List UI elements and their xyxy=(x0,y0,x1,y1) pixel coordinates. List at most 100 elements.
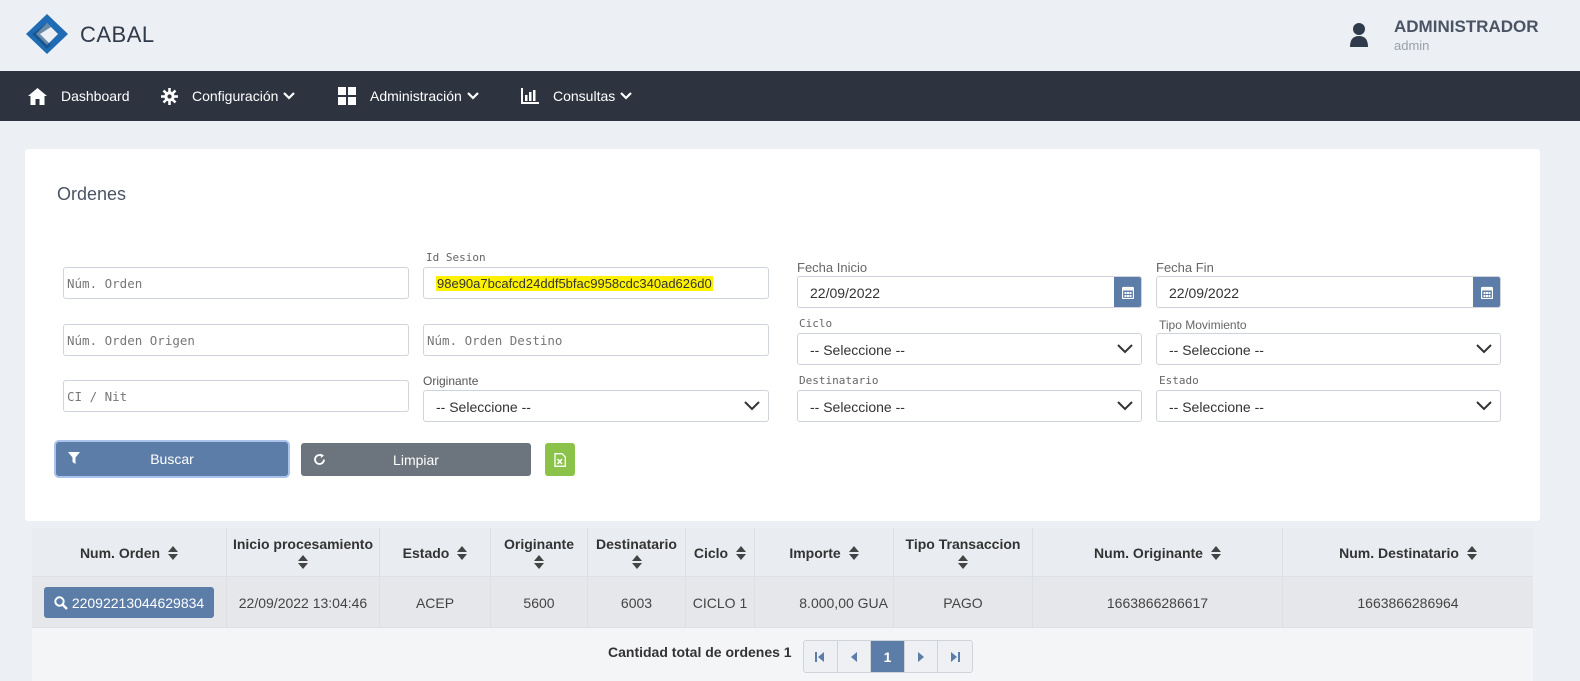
col-header-label: Originante xyxy=(503,536,574,552)
user-login: admin xyxy=(1394,38,1430,53)
nav-dashboard-label: Dashboard xyxy=(61,88,130,104)
fecha-fin-field[interactable]: 22/09/2022 xyxy=(1156,276,1501,308)
grid-icon xyxy=(338,87,356,105)
col-header-destinatario[interactable]: Destinatario xyxy=(588,528,686,577)
nav-configuracion[interactable]: Configuración xyxy=(161,71,296,121)
ver-orden-button[interactable]: 22092213044629834 xyxy=(44,587,214,618)
col-header-label: Estado xyxy=(402,544,450,561)
user-name[interactable]: ADMINISTRADOR xyxy=(1394,17,1539,37)
ciclo-select-value: -- Seleccione -- xyxy=(810,342,905,358)
destinatario-label: Destinatario xyxy=(799,374,879,387)
num-orden-destino-input[interactable] xyxy=(423,324,769,356)
fecha-inicio-calendar-button[interactable] xyxy=(1114,277,1141,307)
export-excel-button[interactable] xyxy=(545,443,575,476)
col-header-label: Destinatario xyxy=(596,536,677,552)
id-sesion-value: 98e90a7bcafcd24ddf5bfac9958cdc340ad626d0 xyxy=(436,275,713,291)
chevron-down-icon xyxy=(620,92,633,100)
gear-icon xyxy=(161,87,178,105)
col-header-label: Num. Orden xyxy=(79,544,161,561)
nav-dashboard[interactable]: Dashboard xyxy=(28,71,130,121)
num-orden-origen-input[interactable] xyxy=(63,324,409,356)
col-header-num-originante[interactable]: Num. Originante xyxy=(1033,528,1283,577)
num-orden-input[interactable] xyxy=(63,267,409,299)
sort-icon xyxy=(534,555,544,569)
nav-administracion[interactable]: Administración xyxy=(338,71,479,121)
ci-nit-input[interactable] xyxy=(63,380,409,412)
pagination: 1 xyxy=(803,640,973,673)
fecha-fin-calendar-button[interactable] xyxy=(1473,277,1500,307)
nav-configuracion-label: Configuración xyxy=(192,88,279,104)
destinatario-select[interactable]: -- Seleccione -- xyxy=(797,390,1142,422)
col-header-label: Importe xyxy=(789,544,841,561)
filter-icon xyxy=(68,452,80,464)
sort-icon xyxy=(298,555,308,569)
chevron-down-icon xyxy=(283,92,296,100)
calendar-icon xyxy=(1480,286,1493,299)
col-header-num-orden[interactable]: Num. Orden xyxy=(32,528,227,577)
sort-icon xyxy=(1466,545,1477,560)
first-page-button[interactable] xyxy=(804,641,838,672)
col-header-tipo-transaccion[interactable]: Tipo Transaccion xyxy=(894,528,1033,577)
page-button-current[interactable]: 1 xyxy=(871,641,905,672)
id-sesion-input[interactable]: 98e90a7bcafcd24ddf5bfac9958cdc340ad626d0 xyxy=(423,267,769,299)
last-page-button[interactable] xyxy=(938,641,972,672)
originante-select[interactable]: -- Seleccione -- xyxy=(423,390,769,422)
estado-label: Estado xyxy=(1159,374,1199,387)
fecha-fin-value: 22/09/2022 xyxy=(1169,285,1240,301)
bar-chart-icon xyxy=(521,88,539,104)
col-header-num-destinatario[interactable]: Num. Destinatario xyxy=(1283,528,1533,577)
user-icon[interactable] xyxy=(1349,22,1369,48)
sort-icon xyxy=(631,555,642,569)
estado-select[interactable]: -- Seleccione -- xyxy=(1156,390,1501,422)
sort-icon xyxy=(168,545,179,560)
fecha-inicio-value: 22/09/2022 xyxy=(810,285,881,301)
fecha-inicio-label: Fecha Inicio xyxy=(797,260,868,275)
chevron-down-icon xyxy=(1476,344,1492,354)
col-header-estado[interactable]: Estado xyxy=(380,528,491,577)
prev-page-icon xyxy=(850,651,857,662)
col-header-label: Num. Originante xyxy=(1094,544,1203,561)
col-header-inicio[interactable]: Inicio procesamiento xyxy=(227,528,380,577)
col-header-label: Num. Destinatario xyxy=(1339,544,1459,561)
destinatario-select-value: -- Seleccione -- xyxy=(810,399,905,415)
originante-label: Originante xyxy=(423,374,479,388)
sort-icon xyxy=(958,555,968,569)
sort-icon xyxy=(736,545,747,560)
buscar-button[interactable]: Buscar xyxy=(56,442,288,476)
sort-icon xyxy=(1210,545,1221,560)
page-title: Ordenes xyxy=(57,184,127,204)
col-header-ciclo[interactable]: Ciclo xyxy=(686,528,755,577)
col-header-label: Inicio procesamiento xyxy=(232,536,374,552)
chevron-down-icon xyxy=(1117,401,1133,411)
cell-num-orden: 22092213044629834 xyxy=(32,577,227,628)
chevron-down-icon xyxy=(467,92,479,100)
nav-consultas-label: Consultas xyxy=(553,88,616,104)
fecha-inicio-field[interactable]: 22/09/2022 xyxy=(797,276,1142,308)
cell-num-originante: 1663866286617 xyxy=(1033,577,1283,628)
ciclo-select[interactable]: -- Seleccione -- xyxy=(797,333,1142,365)
cell-originante: 5600 xyxy=(491,577,588,628)
estado-select-value: -- Seleccione -- xyxy=(1169,399,1264,415)
col-header-originante[interactable]: Originante xyxy=(491,528,588,577)
nav-consultas[interactable]: Consultas xyxy=(521,71,633,121)
col-header-importe[interactable]: Importe xyxy=(755,528,894,577)
cabal-logo-icon[interactable] xyxy=(26,14,68,54)
home-icon xyxy=(28,87,47,105)
next-page-button[interactable] xyxy=(905,641,939,672)
tipo-movimiento-label: Tipo Movimiento xyxy=(1159,318,1247,332)
tipo-movimiento-select-value: -- Seleccione -- xyxy=(1169,342,1264,358)
cell-destinatario: 6003 xyxy=(588,577,686,628)
col-header-label: Ciclo xyxy=(693,544,729,561)
tipo-movimiento-select[interactable]: -- Seleccione -- xyxy=(1156,333,1501,365)
calendar-icon xyxy=(1121,286,1134,299)
cell-ciclo: CICLO 1 xyxy=(686,577,755,628)
chevron-down-icon xyxy=(1476,401,1492,411)
cell-estado: ACEP xyxy=(380,577,491,628)
limpiar-button[interactable]: Limpiar xyxy=(301,443,531,476)
ciclo-label: Ciclo xyxy=(799,317,833,330)
chevron-down-icon xyxy=(744,401,760,411)
sort-icon xyxy=(457,545,468,560)
prev-page-button[interactable] xyxy=(838,641,872,672)
total-count-label: Cantidad total de ordenes 1 xyxy=(608,644,792,660)
last-page-icon xyxy=(951,651,961,662)
